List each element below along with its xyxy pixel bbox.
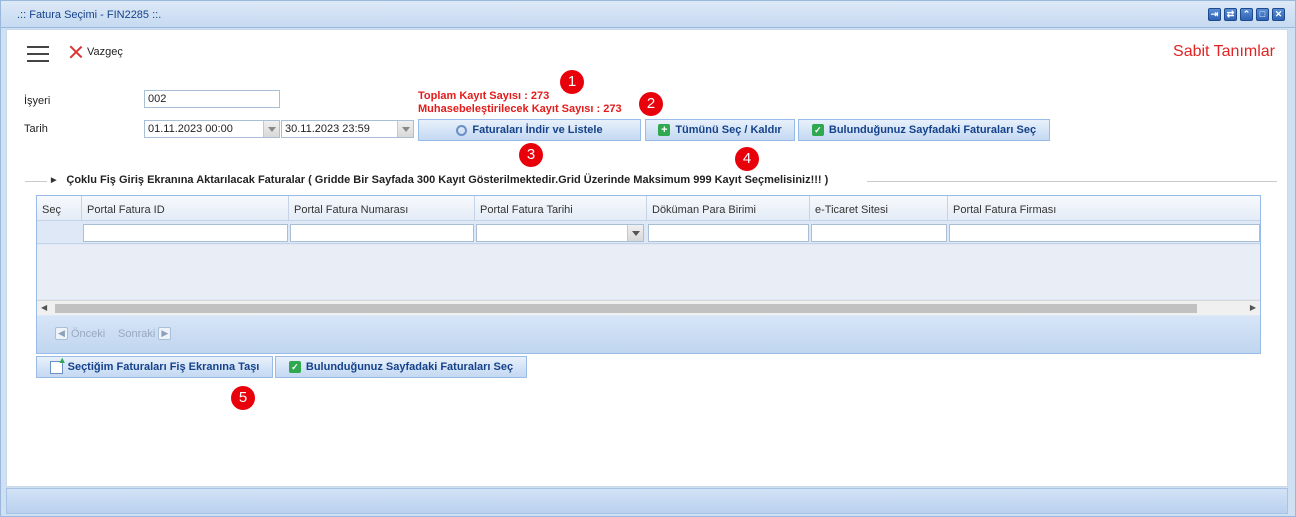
- scroll-right-icon[interactable]: ▶: [1250, 303, 1256, 312]
- tarih-label: Tarih: [24, 123, 48, 135]
- select-page-label: Bulunduğunuz Sayfadaki Faturaları Seç: [828, 124, 1037, 136]
- page-title: Sabit Tanımlar: [1173, 43, 1275, 60]
- download-list-button[interactable]: Faturaları İndir ve Listele: [418, 119, 641, 141]
- section-divider-right: [867, 181, 1277, 182]
- export-icon: [49, 355, 67, 374]
- download-list-label: Faturaları İndir ve Listele: [472, 124, 603, 136]
- section-title: Çoklu Fiş Giriş Ekranına Aktarılacak Fat…: [66, 174, 829, 186]
- badge-5: 5: [231, 386, 255, 410]
- section-header[interactable]: ▶ Çoklu Fiş Giriş Ekranına Aktarılacak F…: [51, 174, 828, 186]
- filter-currency-input[interactable]: [648, 224, 809, 242]
- grid-filter-row: [37, 222, 1260, 244]
- date-to-value: 30.11.2023 23:59: [285, 123, 370, 135]
- isyeri-label: İşyeri: [24, 95, 51, 107]
- grid-header: Seç Portal Fatura ID Portal Fatura Numar…: [37, 196, 1260, 221]
- pin-icon[interactable]: ⇥: [1208, 8, 1221, 21]
- col-header-portal-id[interactable]: Portal Fatura ID: [82, 196, 289, 221]
- col-header-portal-date[interactable]: Portal Fatura Tarihi: [475, 196, 647, 221]
- section-divider: [25, 181, 47, 182]
- col-header-sec[interactable]: Seç: [37, 196, 82, 221]
- select-all-button[interactable]: + Tümünü Seç / Kaldır: [645, 119, 795, 141]
- filter-portal-date-combo[interactable]: [476, 224, 644, 242]
- date-from-field[interactable]: 01.11.2023 00:00: [144, 120, 280, 138]
- dialog-window: .:: Fatura Seçimi - FIN2285 ::. ⇥ ⇄ ⌃ □ …: [0, 0, 1296, 517]
- footer-bar: [6, 488, 1288, 514]
- badge-3: 3: [519, 143, 543, 167]
- filter-portal-number-input[interactable]: [290, 224, 474, 242]
- move-selected-button[interactable]: Seçtiğim Faturaları Fiş Ekranına Taşı: [36, 355, 273, 378]
- caret-right-icon[interactable]: ▶: [51, 176, 56, 184]
- select-page-button[interactable]: ✓ Bulunduğunuz Sayfadaki Faturaları Seç: [798, 119, 1050, 141]
- window-title: .:: Fatura Seçimi - FIN2285 ::.: [17, 9, 162, 21]
- scroll-left-icon[interactable]: ◀: [41, 303, 47, 312]
- cancel-button[interactable]: Vazgeç: [69, 45, 123, 59]
- check-icon: ✓: [811, 124, 824, 136]
- maximize-icon[interactable]: □: [1256, 8, 1269, 21]
- total-records-text: Toplam Kayıt Sayısı : 273: [418, 90, 550, 102]
- filter-portal-company-input[interactable]: [949, 224, 1260, 242]
- next-page-button[interactable]: Sonraki ▶: [118, 327, 172, 340]
- col-header-currency[interactable]: Döküman Para Birimi: [647, 196, 810, 221]
- chevron-down-icon[interactable]: [627, 225, 643, 241]
- dialog-content: Vazgeç Sabit Tanımlar İşyeri 002 Tarih 0…: [6, 29, 1288, 487]
- col-header-portal-number[interactable]: Portal Fatura Numarası: [289, 196, 475, 221]
- select-page-bottom-button[interactable]: ✓ Bulunduğunuz Sayfadaki Faturaları Seç: [275, 356, 527, 378]
- check-icon: ✓: [288, 361, 301, 373]
- prev-page-label: Önceki: [71, 327, 106, 340]
- isyeri-field[interactable]: 002: [144, 90, 280, 108]
- badge-4: 4: [735, 147, 759, 171]
- date-from-trigger-icon[interactable]: [263, 121, 279, 137]
- collapse-icon[interactable]: ⌃: [1240, 8, 1253, 21]
- date-to-field[interactable]: 30.11.2023 23:59: [281, 120, 414, 138]
- next-page-label: Sonraki: [118, 327, 156, 340]
- chevron-right-icon: ▶: [158, 327, 172, 340]
- plus-icon: +: [658, 124, 671, 136]
- date-from-value: 01.11.2023 00:00: [148, 123, 233, 135]
- move-selected-label: Seçtiğim Faturaları Fiş Ekranına Taşı: [67, 361, 260, 373]
- col-header-portal-company[interactable]: Portal Fatura Firması: [948, 196, 1260, 221]
- select-all-label: Tümünü Seç / Kaldır: [675, 124, 782, 136]
- search-icon: [456, 124, 468, 136]
- filter-ecommerce-input[interactable]: [811, 224, 947, 242]
- invoice-grid: Seç Portal Fatura ID Portal Fatura Numar…: [36, 195, 1261, 354]
- window-controls: ⇥ ⇄ ⌃ □ ✕: [1208, 8, 1285, 21]
- grid-pager: ◀ Önceki Sonraki ▶: [37, 316, 1260, 353]
- horizontal-scrollbar[interactable]: ◀ ▶: [37, 300, 1260, 315]
- menu-icon[interactable]: [27, 46, 49, 62]
- close-icon[interactable]: ✕: [1272, 8, 1285, 21]
- select-page-bottom-label: Bulunduğunuz Sayfadaki Faturaları Seç: [305, 361, 514, 373]
- badge-1: 1: [560, 70, 584, 94]
- col-header-ecommerce[interactable]: e-Ticaret Sitesi: [810, 196, 948, 221]
- accounting-records-text: Muhasebeleştirilecek Kayıt Sayısı : 273: [418, 103, 622, 115]
- grid-body: [37, 245, 1260, 299]
- chevron-left-icon: ◀: [55, 327, 68, 340]
- badge-2: 2: [639, 92, 663, 116]
- date-to-trigger-icon[interactable]: [397, 121, 413, 137]
- scroll-thumb[interactable]: [55, 304, 1197, 313]
- cancel-label: Vazgeç: [87, 46, 123, 58]
- filter-portal-id-input[interactable]: [83, 224, 288, 242]
- prev-page-button[interactable]: ◀ Önceki: [55, 327, 105, 340]
- refresh-icon[interactable]: ⇄: [1224, 8, 1237, 21]
- cancel-x-icon: [69, 45, 83, 59]
- title-bar[interactable]: .:: Fatura Seçimi - FIN2285 ::. ⇥ ⇄ ⌃ □ …: [1, 1, 1295, 28]
